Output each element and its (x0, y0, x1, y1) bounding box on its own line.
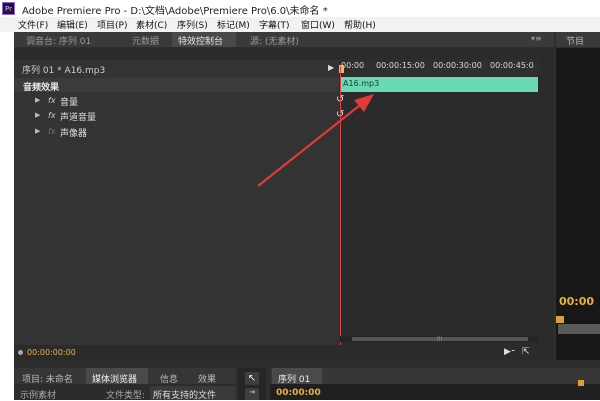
selection-tool-icon[interactable]: ↖ (245, 372, 259, 385)
tab-source[interactable]: 源: (无素材) (250, 34, 299, 47)
audio-clip-label: A16.mp3 (343, 79, 380, 88)
fx-toggle-icon[interactable]: fx (48, 111, 56, 120)
track-select-tool-icon[interactable]: ⇥ (245, 388, 259, 400)
sequence-clip-name: 序列 01 * A16.mp3 (22, 66, 106, 76)
ruler-tick-label: 00:00:30:00 (433, 61, 482, 70)
program-timecode[interactable]: 00:00 (559, 295, 594, 308)
scrollbar-grip-icon[interactable]: ||| (437, 336, 442, 342)
tab-audio-mixer[interactable]: 调音台: 序列 01 (26, 34, 91, 47)
annotation-arrow (257, 94, 374, 187)
menu-bar: 文件(F) 编辑(E) 项目(P) 素材(C) 序列(S) 标记(M) 字幕(T… (0, 17, 600, 32)
annotation-arrow-shaft (257, 101, 365, 187)
timeline-timecode[interactable]: 00:00:00 (276, 388, 321, 398)
media-view-select[interactable]: 示例素材 (20, 388, 56, 401)
menu-window[interactable]: 窗口(W) (301, 18, 335, 31)
play-only-audio-icon[interactable]: ▶ (328, 63, 334, 72)
menu-marker[interactable]: 标记(M) (217, 18, 250, 31)
menu-help[interactable]: 帮助(H) (344, 18, 376, 31)
expand-triangle-icon[interactable]: ▶ (35, 127, 40, 135)
effect-label: 声像器 (60, 129, 88, 139)
tab-metadata[interactable]: 元数据 (132, 34, 159, 47)
panel-menu-icon[interactable]: ▾≡ (531, 34, 542, 43)
effect-controls-footer (14, 345, 554, 360)
program-monitor (556, 48, 600, 360)
annotation-arrow-head (354, 94, 374, 112)
audio-effects-label: 音频效果 (23, 83, 60, 93)
menu-clip[interactable]: 素材(C) (136, 18, 167, 31)
timecode-indicator-icon (18, 350, 23, 355)
effect-controls-timecode[interactable]: 00:00:00:00 (27, 348, 76, 357)
fx-toggle-icon[interactable]: fx (48, 127, 56, 136)
menu-title[interactable]: 字幕(T) (259, 18, 290, 31)
filetype-value[interactable]: 所有支持的文件 (153, 388, 216, 401)
menu-file[interactable]: 文件(F) (18, 18, 48, 31)
play-audio-icon[interactable]: ▶⁃ (504, 347, 515, 357)
program-timebar[interactable] (558, 324, 600, 334)
filetype-label: 文件类型: (106, 391, 146, 401)
tab-program[interactable]: 节目 (566, 34, 584, 47)
ruler-tick-label: 00:00:45:0 (490, 61, 534, 70)
premiere-app-icon: Pr (2, 2, 15, 15)
ruler-tick-label: 00:00:15:00 (376, 61, 425, 70)
menu-project[interactable]: 项目(P) (97, 18, 127, 31)
ruler-tick-label: 00:00 (341, 61, 365, 70)
timeline-marker-icon (578, 380, 584, 386)
program-marker-icon (556, 316, 564, 323)
menu-sequence[interactable]: 序列(S) (177, 18, 208, 31)
tab-effect-controls[interactable]: 特效控制台 (178, 34, 223, 47)
menu-edit[interactable]: 编辑(E) (57, 18, 88, 31)
expand-triangle-icon[interactable]: ▶ (35, 96, 40, 104)
effect-label: 音量 (60, 98, 79, 108)
expand-triangle-icon[interactable]: ▶ (35, 111, 40, 119)
effect-label: 声道音量 (60, 113, 97, 123)
window-title: Adobe Premiere Pro - D:\文档\Adobe\Premier… (22, 6, 328, 17)
fx-toggle-icon[interactable]: fx (48, 96, 56, 105)
loop-icon[interactable]: ⇱ (522, 347, 530, 357)
